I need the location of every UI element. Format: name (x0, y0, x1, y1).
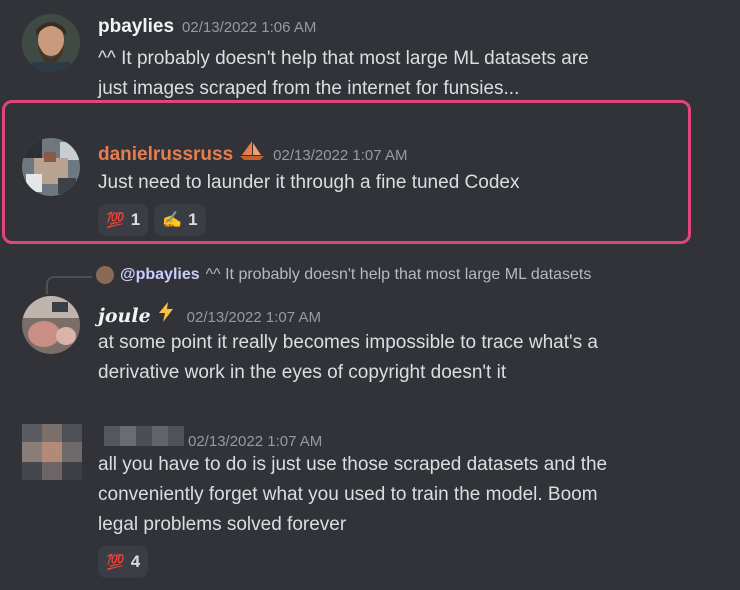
username[interactable]: joule (98, 305, 151, 327)
timestamp: 02/13/2022 1:07 AM (273, 147, 408, 164)
reaction-bar: 💯 1 ✍ 1 (98, 204, 212, 236)
reaction-count: 4 (130, 552, 141, 571)
lightning-icon (157, 302, 175, 322)
reaction-count: 1 (130, 210, 141, 229)
avatar-pixelated[interactable] (22, 424, 82, 480)
message-text-line: legal problems solved forever (98, 514, 347, 535)
message-text-line: just images scraped from the internet fo… (98, 78, 520, 99)
timestamp: 02/13/2022 1:06 AM (182, 19, 317, 36)
writing-hand-icon: ✍ (162, 212, 183, 229)
hundred-icon: 💯 (106, 212, 125, 229)
message-text-line: ^^ It probably doesn't help that most la… (98, 48, 589, 69)
reaction-hundred[interactable]: 💯 4 (98, 546, 149, 578)
avatar[interactable] (22, 138, 80, 196)
timestamp: 02/13/2022 1:07 AM (186, 309, 321, 326)
username[interactable]: pbaylies (98, 16, 174, 38)
message-text-line: Just need to launder it through a fine t… (98, 172, 520, 193)
sailboat-icon (239, 140, 265, 160)
message-text-line: at some point it really becomes impossib… (98, 332, 598, 353)
reply-preview[interactable]: @pbaylies ^^ It probably doesn't help th… (96, 266, 591, 284)
hundred-icon: 💯 (106, 554, 125, 571)
reply-avatar (96, 266, 114, 284)
reply-spine (46, 276, 92, 294)
username[interactable]: danielrussruss (98, 144, 233, 166)
reply-text: ^^ It probably doesn't help that most la… (205, 266, 592, 283)
message-text-line: all you have to do is just use those scr… (98, 454, 608, 475)
reaction-writing-hand[interactable]: ✍ 1 (154, 204, 206, 236)
message-text-line: derivative work in the eyes of copyright… (98, 362, 507, 383)
avatar[interactable] (22, 14, 80, 72)
reply-mention[interactable]: @pbaylies (120, 266, 200, 284)
reaction-count: 1 (188, 210, 198, 229)
message-text-line: conveniently forget what you used to tra… (98, 484, 598, 505)
reaction-hundred[interactable]: 💯 1 (98, 204, 149, 236)
username-redacted (104, 426, 184, 446)
timestamp: 02/13/2022 1:07 AM (188, 433, 323, 450)
avatar[interactable] (22, 296, 80, 354)
reaction-bar: 💯 4 (98, 546, 154, 578)
